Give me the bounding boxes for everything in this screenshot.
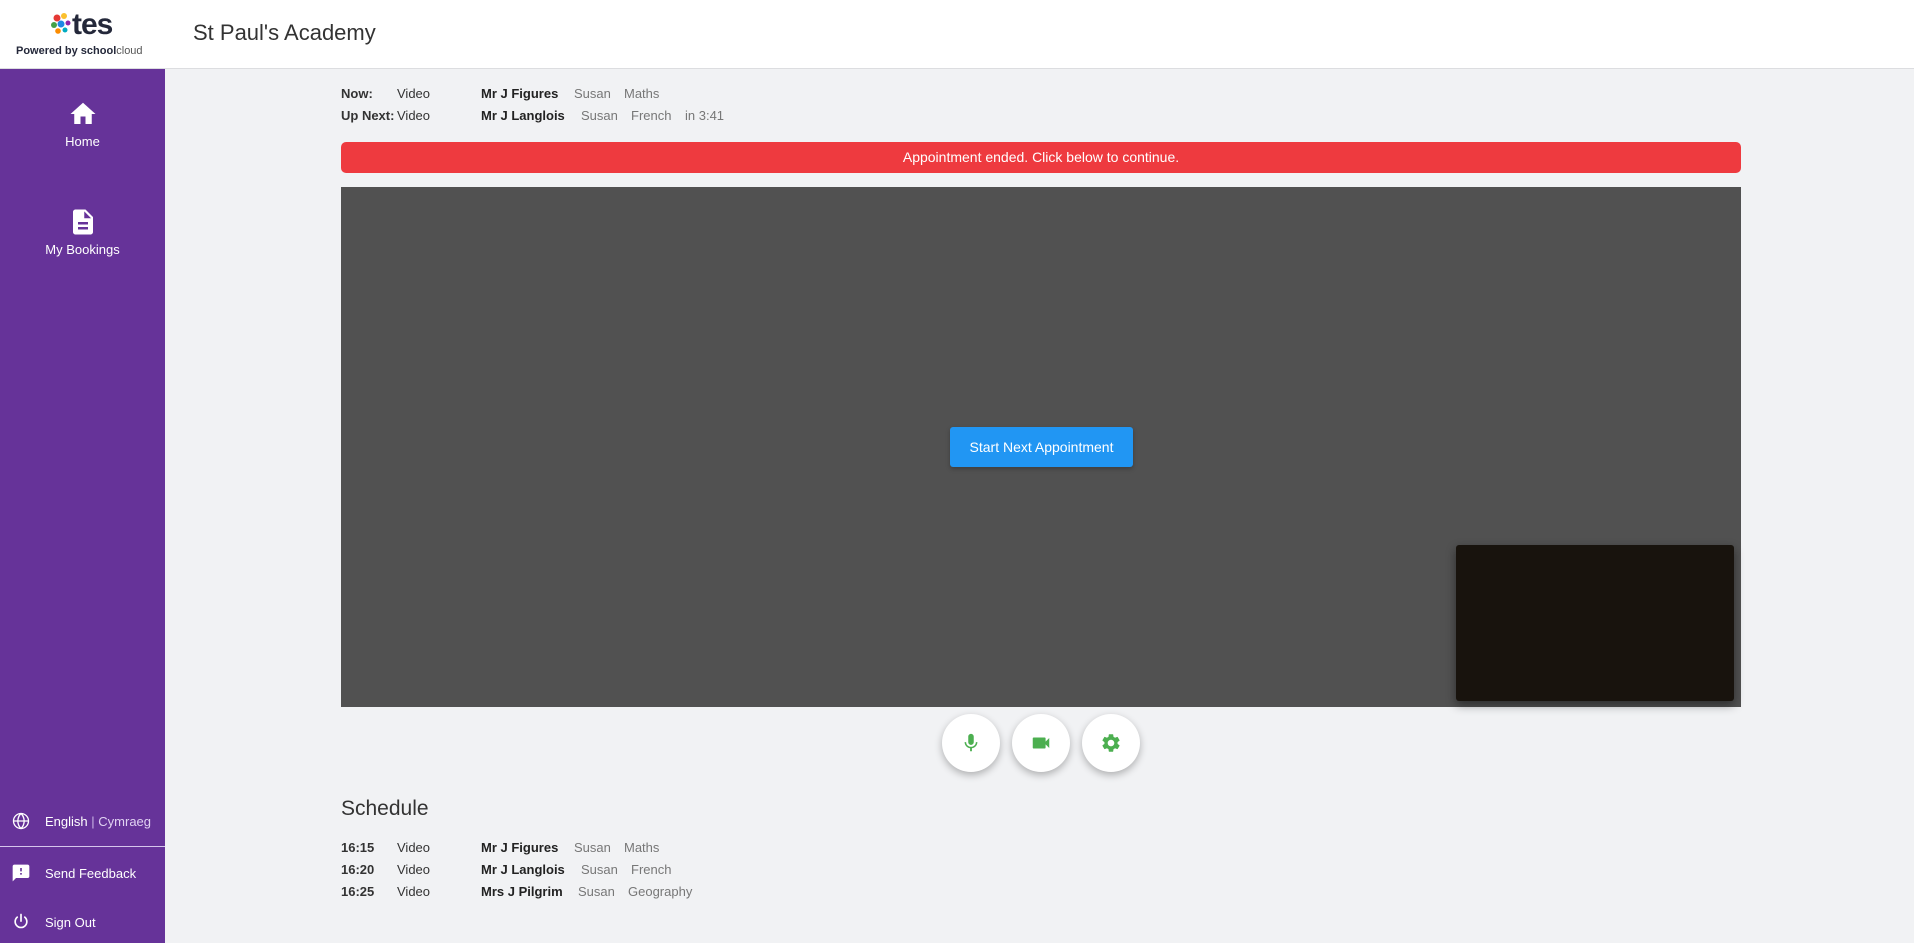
sidebar-item-my-bookings[interactable]: My Bookings (0, 207, 165, 259)
schedule-time: 16:15 (341, 840, 375, 855)
schedule-time: 16:25 (341, 884, 375, 899)
now-teacher: Mr J Figures (481, 86, 559, 101)
sidebar-item-home[interactable]: Home (0, 99, 165, 151)
language-separator: | (91, 813, 95, 829)
now-type: Video (397, 86, 431, 101)
video-camera-icon (1032, 737, 1050, 749)
language-label: English | Cymraeg (45, 814, 151, 829)
up-next-countdown: in 3:41 (685, 108, 725, 123)
schedule-student: Susan (581, 862, 618, 877)
sidebar-item-label: Home (65, 134, 100, 149)
camera-toggle-button[interactable] (1012, 714, 1070, 772)
now-label: Now: (341, 86, 373, 101)
language-english[interactable]: English (45, 814, 88, 829)
powered-prefix: Powered by (16, 45, 81, 57)
schedule-subject: Maths (624, 840, 660, 855)
feedback-icon (12, 864, 30, 882)
sidebar-divider (0, 846, 165, 847)
self-video-preview (1456, 545, 1734, 701)
tes-logo[interactable]: tes Powered by schoolcloud (12, 8, 150, 60)
document-icon (72, 209, 93, 235)
schedule-type: Video (397, 840, 431, 855)
language-cymraeg[interactable]: Cymraeg (98, 814, 151, 829)
now-subject: Maths (624, 86, 660, 101)
microphone-toggle-button[interactable] (942, 714, 1000, 772)
schedule-student: Susan (574, 840, 611, 855)
up-next-type: Video (397, 108, 431, 123)
gear-icon (1102, 734, 1120, 752)
sign-out-button[interactable]: Sign Out (0, 902, 165, 942)
sign-out-label: Sign Out (45, 914, 96, 930)
schedule-subject: Geography (628, 884, 693, 899)
appointment-ended-alert: Appointment ended. Click below to contin… (341, 142, 1741, 173)
send-feedback-label: Send Feedback (45, 865, 137, 881)
top-header: tes Powered by schoolcloud St Paul's Aca… (0, 0, 1914, 69)
school-name: St Paul's Academy (193, 20, 376, 45)
microphone-icon (964, 733, 978, 752)
powered-cloud: cloud (116, 45, 143, 57)
language-switcher[interactable]: English | Cymraeg (0, 801, 165, 841)
sidebar: Home My Bookings English | Cymraeg Send … (0, 69, 165, 943)
power-icon (14, 913, 28, 929)
globe-icon (12, 812, 30, 830)
schedule-type: Video (397, 862, 431, 877)
up-next-subject: French (631, 108, 672, 123)
send-feedback-button[interactable]: Send Feedback (0, 853, 165, 893)
powered-by-text: Powered by schoolcloud (16, 45, 143, 57)
settings-button[interactable] (1082, 714, 1140, 772)
schedule-type: Video (397, 884, 431, 899)
now-student: Susan (574, 86, 611, 101)
powered-school: school (80, 45, 117, 57)
start-next-appointment-button[interactable]: Start Next Appointment (950, 427, 1133, 467)
up-next-teacher: Mr J Langlois (481, 108, 565, 123)
schedule-teacher: Mrs J Pilgrim (481, 884, 563, 899)
video-stage: Start Next Appointment (341, 187, 1741, 707)
up-next-student: Susan (581, 108, 618, 123)
schedule-subject: French (631, 862, 672, 877)
schedule-student: Susan (578, 884, 615, 899)
schedule-time: 16:20 (341, 862, 375, 877)
home-icon (70, 102, 95, 124)
schedule-teacher: Mr J Langlois (481, 862, 565, 877)
tes-logo-text: tes (72, 8, 113, 41)
up-next-label: Up Next: (341, 108, 395, 123)
sidebar-item-label: My Bookings (45, 242, 120, 257)
schedule-teacher: Mr J Figures (481, 840, 559, 855)
schedule-title: Schedule (341, 797, 429, 820)
